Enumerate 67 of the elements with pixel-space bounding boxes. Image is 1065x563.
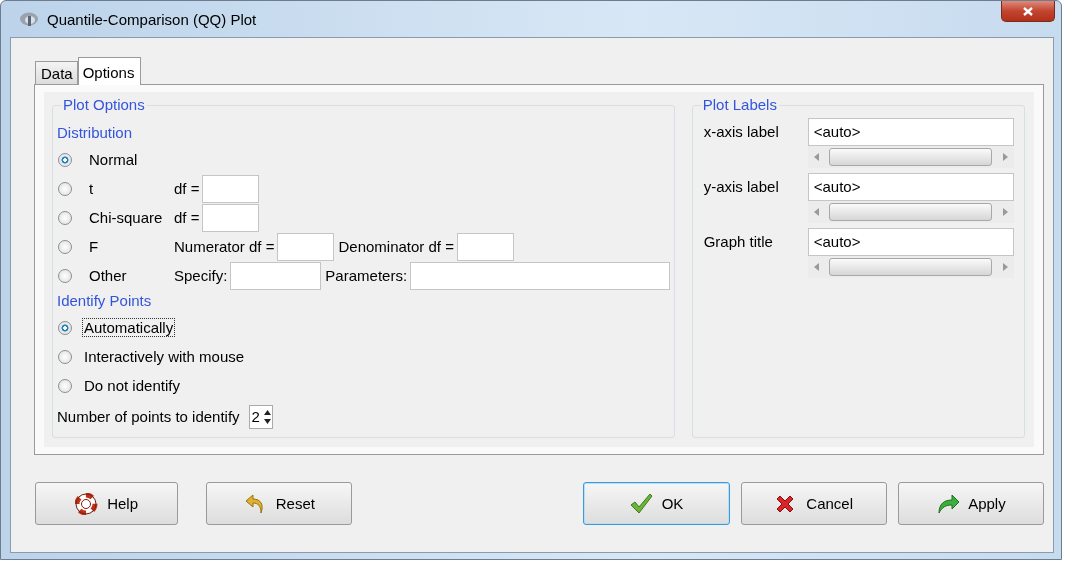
scrollbar[interactable]: [807, 256, 1014, 278]
field-label: Graph title: [703, 233, 774, 250]
field-label: Numerator df =: [174, 238, 275, 255]
dialog-button[interactable]: Reset: [206, 482, 353, 525]
tab[interactable]: Options: [77, 57, 142, 85]
group-title: Plot Labels: [700, 96, 779, 113]
scrollbar[interactable]: [807, 201, 1014, 223]
option-label[interactable]: t: [89, 180, 174, 197]
dialog-button[interactable]: Help: [35, 482, 179, 525]
option-label[interactable]: Interactively with mouse: [82, 347, 247, 366]
input-field[interactable]: [277, 232, 335, 261]
field-label: Specify:: [174, 267, 228, 284]
input-field[interactable]: [202, 174, 260, 203]
scrollbar-thumb[interactable]: [829, 258, 993, 276]
option-label[interactable]: Do not identify: [82, 376, 182, 395]
option-label[interactable]: F: [89, 238, 174, 255]
tab[interactable]: Data: [35, 61, 78, 84]
left-arrow-icon: [813, 153, 819, 161]
close-button[interactable]: [1001, 1, 1055, 22]
option-label[interactable]: Normal: [89, 151, 174, 168]
input-field[interactable]: [202, 203, 260, 232]
redo-arrow-icon: [936, 492, 961, 515]
section-heading: Identify Points: [57, 292, 153, 309]
checkmark-icon: [629, 492, 654, 515]
close-icon: [1022, 5, 1034, 17]
radio-button[interactable]: [58, 181, 72, 196]
scrollbar-thumb[interactable]: [829, 148, 993, 166]
radio-button[interactable]: [58, 349, 72, 364]
text-field[interactable]: <auto>: [807, 227, 1014, 256]
radio-button[interactable]: [58, 320, 72, 335]
radio-button[interactable]: [58, 268, 72, 283]
field-label: x-axis label: [703, 123, 780, 140]
radio-button[interactable]: [58, 239, 72, 254]
right-arrow-icon: [1003, 153, 1008, 161]
section-heading: Distribution: [57, 124, 134, 141]
option-label[interactable]: Automatically: [82, 318, 176, 337]
left-arrow-icon: [813, 263, 819, 271]
text-field[interactable]: <auto>: [807, 117, 1014, 146]
radio-button[interactable]: [58, 152, 72, 167]
dialog-button[interactable]: OK: [583, 482, 730, 525]
radio-button[interactable]: [58, 210, 72, 225]
radio-button[interactable]: [58, 378, 72, 393]
field-label: Number of points to identify: [57, 408, 240, 425]
field-label: df =: [174, 180, 200, 197]
dialog-button[interactable]: Cancel: [740, 482, 887, 525]
text-field[interactable]: <auto>: [807, 172, 1014, 201]
dialog-button[interactable]: Apply: [897, 482, 1044, 525]
right-arrow-icon: [1003, 263, 1008, 271]
spin-box[interactable]: 2: [248, 404, 273, 429]
lifebuoy-icon: [75, 492, 100, 515]
spin-arrows-icon: [262, 407, 272, 426]
option-label[interactable]: Other: [89, 267, 174, 284]
field-label: Denominator df =: [338, 238, 454, 255]
field-label: df =: [174, 209, 200, 226]
window-title: Quantile-Comparison (QQ) Plot: [47, 10, 257, 28]
option-label[interactable]: Chi-square: [89, 209, 174, 226]
scrollbar-thumb[interactable]: [829, 203, 993, 221]
scrollbar[interactable]: [807, 146, 1014, 168]
field-label: y-axis label: [703, 178, 780, 195]
right-arrow-icon: [1003, 208, 1008, 216]
input-field[interactable]: [456, 232, 514, 261]
group-title: Plot Options: [61, 96, 147, 113]
logo-icon: [19, 11, 39, 27]
input-field[interactable]: [230, 261, 322, 290]
field-label: Parameters:: [325, 267, 408, 284]
left-arrow-icon: [813, 208, 819, 216]
input-field[interactable]: [410, 261, 670, 290]
